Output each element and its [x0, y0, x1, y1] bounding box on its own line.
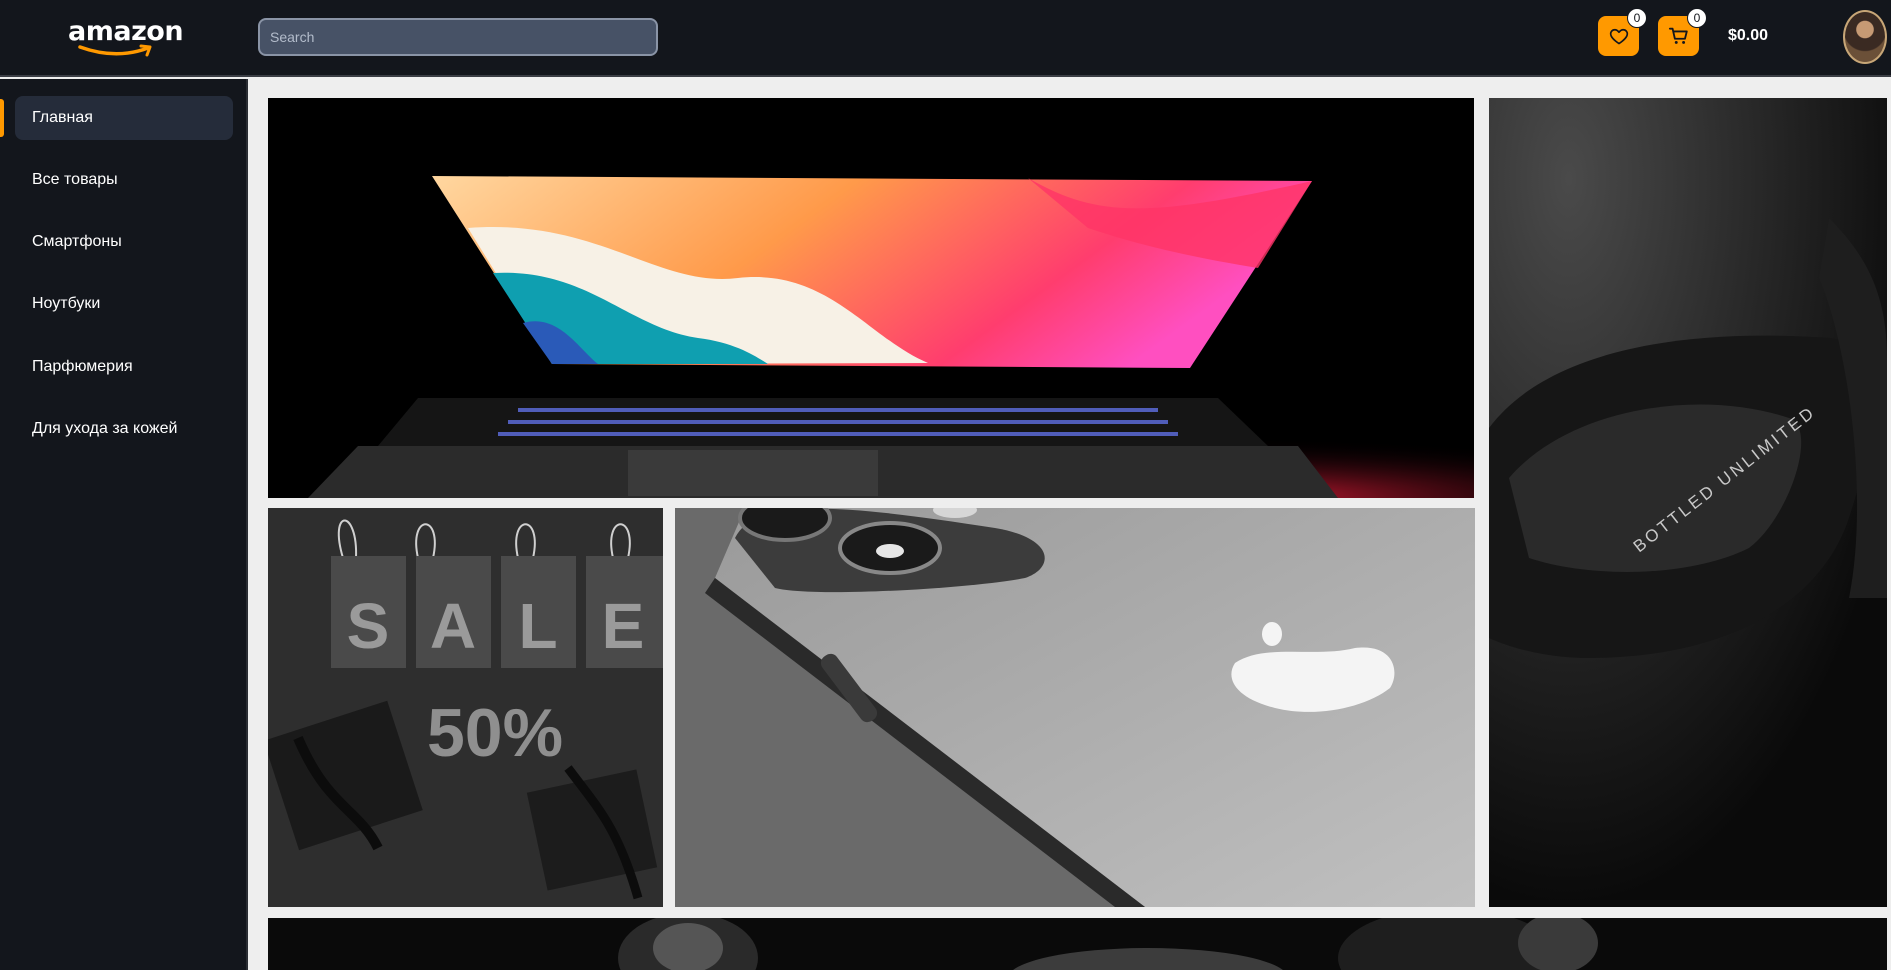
- logo-text: amazon: [68, 16, 184, 47]
- active-indicator: [0, 99, 4, 137]
- sidebar-item-laptops[interactable]: Ноутбуки: [15, 282, 233, 326]
- sale-letter-e: E: [602, 590, 645, 662]
- top-header: amazon 0 0 $0.00: [0, 0, 1891, 77]
- sale-letter-l: L: [518, 590, 557, 662]
- logo-smile-icon: [78, 44, 152, 57]
- sidebar-item-skincare[interactable]: Для ухода за кожей: [15, 407, 233, 451]
- sale-banner[interactable]: S A L E 50%: [268, 508, 663, 907]
- favorites-count-badge: 0: [1627, 8, 1647, 28]
- iphone-banner[interactable]: [675, 508, 1475, 907]
- laptop-banner[interactable]: [268, 98, 1474, 498]
- cart-icon: [1668, 27, 1688, 44]
- cart-count-badge: 0: [1687, 8, 1707, 28]
- perfume-banner[interactable]: BOTTLED UNLIMITED: [1489, 98, 1887, 907]
- favorites-button[interactable]: 0: [1598, 8, 1647, 56]
- cart-button[interactable]: 0: [1658, 8, 1707, 56]
- bottom-banner-image: [268, 918, 1887, 970]
- sale-percent: 50%: [427, 695, 563, 771]
- sidebar: Главная Все товары Смартфоны Ноутбуки Па…: [0, 79, 248, 970]
- bottom-banner[interactable]: [268, 918, 1887, 970]
- amazon-logo[interactable]: amazon: [68, 16, 184, 57]
- sidebar-item-perfume[interactable]: Парфюмерия: [15, 345, 233, 389]
- sale-letter-a: A: [430, 590, 476, 662]
- sale-letter-s: S: [347, 590, 390, 662]
- search-input[interactable]: [258, 18, 658, 56]
- sidebar-item-all-products[interactable]: Все товары: [15, 158, 233, 202]
- heart-icon: [1609, 28, 1628, 45]
- cart-total: $0.00: [1728, 27, 1769, 44]
- sidebar-item-smartphones[interactable]: Смартфоны: [15, 220, 233, 264]
- sidebar-item-home[interactable]: Главная: [15, 96, 233, 140]
- sale-image: S A L E 50%: [268, 508, 663, 907]
- perfume-bottle-image: BOTTLED UNLIMITED: [1489, 98, 1887, 907]
- user-avatar[interactable]: [1843, 10, 1887, 64]
- iphone-image: [675, 508, 1475, 907]
- laptop-image: [268, 98, 1474, 498]
